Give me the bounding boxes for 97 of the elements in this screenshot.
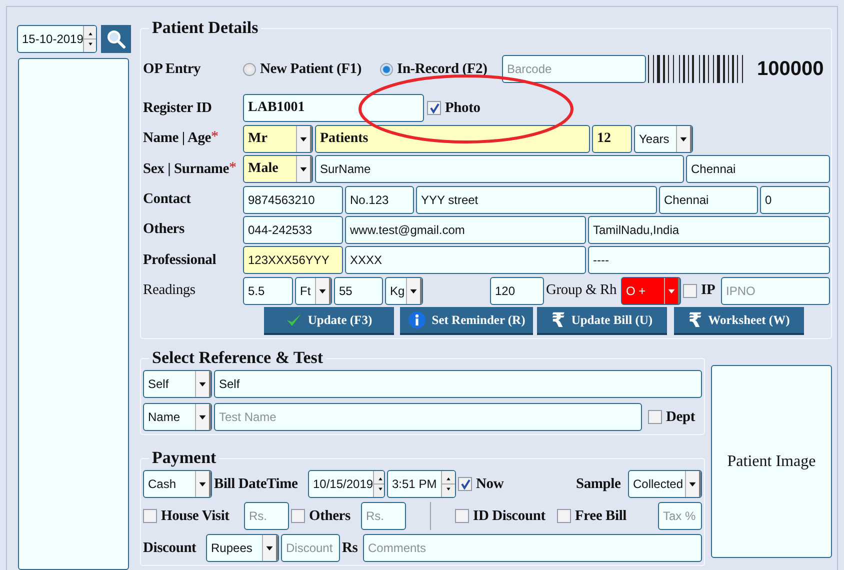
input-field[interactable]: YYY street	[416, 186, 657, 214]
input-field[interactable]: ----	[588, 246, 830, 274]
caret-icon	[685, 471, 701, 498]
action-button[interactable]: Set Reminder (R)	[400, 307, 533, 336]
spin-arrows-icon	[441, 471, 455, 498]
field-label: Sample	[576, 476, 622, 493]
input-field[interactable]: 0	[760, 186, 830, 214]
input-field[interactable]: 044-242533	[243, 216, 343, 244]
caret-icon	[315, 278, 331, 304]
input-field[interactable]: 5.5	[243, 276, 293, 305]
dropdown[interactable]: Collected	[628, 470, 702, 498]
dropdown[interactable]: Years	[634, 124, 693, 153]
caret-icon	[296, 126, 312, 152]
field-label: Readings	[143, 282, 196, 300]
required-mark: *	[229, 160, 236, 176]
input-field[interactable]: 55	[334, 276, 383, 305]
input-field[interactable]: Chennai	[659, 186, 758, 214]
input-field[interactable]: LAB1001	[243, 94, 424, 122]
group-title: Payment	[151, 448, 218, 468]
dropdown[interactable]: Rupees	[206, 534, 279, 562]
spin-arrows-icon	[373, 471, 384, 498]
field-label: OP Entry	[143, 60, 202, 78]
field-label: Group & Rh	[546, 282, 618, 300]
field-label: Rs	[342, 540, 359, 557]
field-label: Contact	[143, 191, 192, 208]
field-label: Professional	[143, 252, 218, 269]
caret-icon	[195, 471, 211, 498]
dropdown[interactable]: Kg	[385, 276, 423, 305]
group-title: Patient Details	[151, 18, 260, 38]
info-icon	[408, 311, 426, 330]
input-field[interactable]: SurName	[315, 155, 684, 184]
field-label: Sex | Surname	[143, 160, 229, 178]
input-field[interactable]: No.123	[345, 186, 414, 214]
input-field[interactable]: Rs.	[244, 502, 289, 530]
checkbox-option[interactable]: Dept	[648, 408, 703, 426]
input-field[interactable]: IPNO	[721, 276, 830, 305]
input-field[interactable]: TamilNadu,India	[588, 216, 830, 244]
image-placeholder-text: Patient Image	[727, 452, 816, 471]
list-box[interactable]	[18, 58, 129, 570]
checkbox-option[interactable]: IP	[683, 282, 719, 300]
action-button[interactable]: Update (F3)	[264, 307, 394, 336]
caret-icon	[195, 404, 211, 430]
barcode-number: 100000	[757, 58, 825, 80]
input-field[interactable]: Tax %	[658, 502, 702, 530]
caret-icon	[296, 156, 312, 182]
caret-icon	[664, 278, 680, 304]
input-field[interactable]: XXXX	[345, 246, 586, 274]
date-spinner[interactable]: 15-10-2019	[17, 25, 97, 53]
checkbox-option[interactable]: Photo	[427, 100, 507, 117]
rupee-icon: ₹	[551, 308, 566, 332]
caret-icon	[262, 535, 278, 562]
input-field[interactable]: Patients	[315, 124, 590, 153]
caret-icon	[406, 278, 422, 304]
dropdown[interactable]: Male	[243, 155, 313, 184]
input-field[interactable]: Barcode	[502, 55, 646, 83]
action-button[interactable]: ₹ Worksheet (W)	[674, 307, 804, 336]
check-icon	[286, 313, 302, 328]
dropdown[interactable]: Cash	[143, 470, 212, 498]
input-field[interactable]: Discount	[281, 534, 340, 562]
field-label: Bill DateTime	[214, 476, 299, 493]
input-field[interactable]: 12	[592, 124, 632, 153]
input-field[interactable]: 9874563210	[243, 186, 343, 214]
required-mark: *	[211, 130, 219, 146]
input-field[interactable]: Rs.	[361, 502, 406, 530]
checkbox-option[interactable]: Others	[291, 508, 359, 525]
input-field[interactable]: Self	[214, 370, 702, 398]
input-field[interactable]: 120	[490, 276, 544, 305]
field-label: Register ID	[143, 100, 213, 117]
search-button[interactable]	[101, 25, 131, 53]
date-spinner[interactable]: 3:51 PM	[387, 470, 456, 498]
checkbox-option[interactable]: House Visit	[143, 508, 242, 525]
checkbox-option[interactable]: ID Discount	[455, 508, 555, 525]
input-field[interactable]: www.test@gmail.com	[345, 216, 586, 244]
date-spinner[interactable]: 10/15/2019	[308, 470, 385, 498]
search-icon	[106, 29, 126, 49]
input-field[interactable]: Chennai	[686, 155, 830, 184]
group-title: Select Reference & Test	[151, 348, 324, 368]
dropdown[interactable]: Self	[143, 370, 212, 398]
checkbox-option[interactable]: Now	[458, 476, 518, 493]
caret-icon	[676, 126, 692, 152]
input-field[interactable]: Comments	[363, 534, 702, 562]
action-button[interactable]: ₹ Update Bill (U)	[537, 307, 667, 336]
radio-option[interactable]: New Patient (F1)	[243, 60, 378, 78]
input-field[interactable]: 123XXX56YYY	[243, 246, 343, 274]
radio-option[interactable]: In-Record (F2)	[380, 60, 500, 78]
field-label: Others	[143, 221, 186, 238]
field-label: Name | Age	[143, 130, 212, 148]
dropdown[interactable]: O +	[621, 276, 681, 305]
field-label: Discount	[143, 540, 198, 557]
input-field[interactable]: Test Name	[214, 403, 642, 432]
checkbox-option[interactable]: Free Bill	[557, 508, 637, 525]
dropdown[interactable]: Mr	[243, 124, 313, 153]
dropdown[interactable]: Name	[143, 403, 212, 432]
dropdown[interactable]: Ft	[295, 276, 332, 305]
caret-icon	[195, 371, 211, 398]
rupee-icon: ₹	[688, 308, 702, 332]
spin-arrows-icon	[83, 26, 96, 52]
